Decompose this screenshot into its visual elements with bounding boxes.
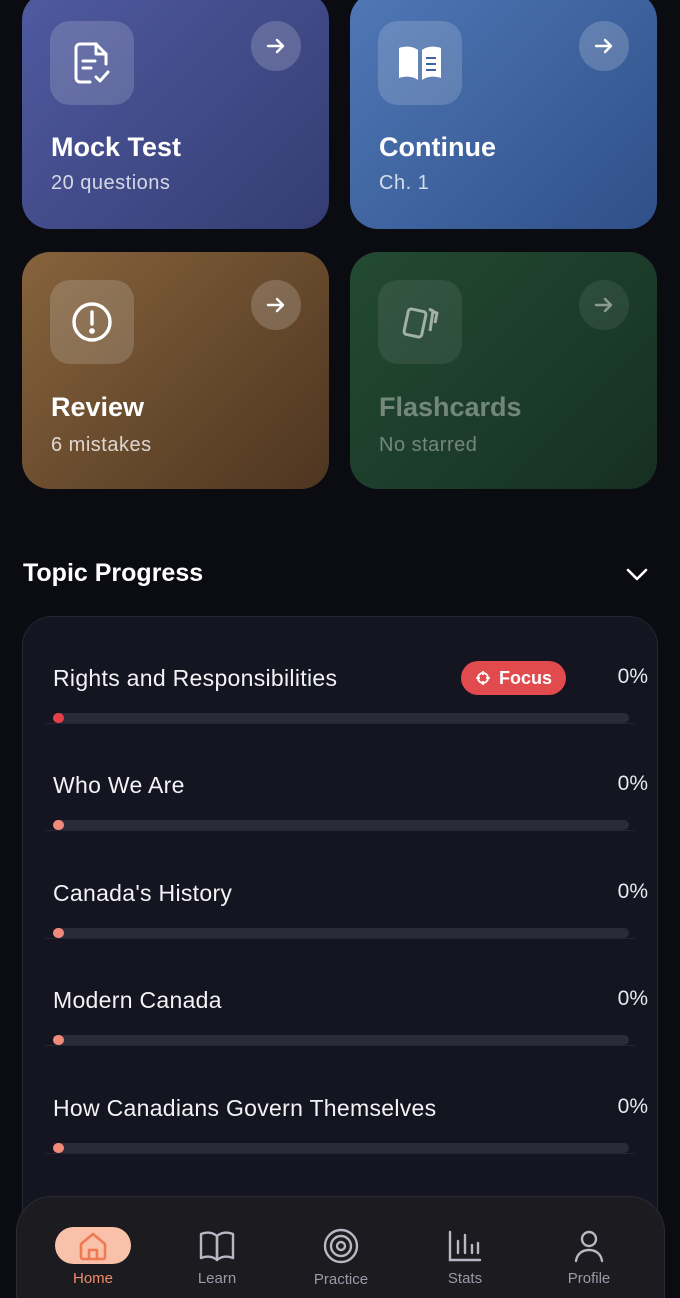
arrow-right-icon[interactable] <box>251 280 301 330</box>
nav-label: Learn <box>197 1270 237 1287</box>
card-subtitle: No starred <box>379 434 478 456</box>
topic-row[interactable]: Who We Are 0% <box>45 724 648 831</box>
alert-circle-icon <box>50 280 134 364</box>
card-subtitle: 20 questions <box>51 172 171 194</box>
focus-badge-label: Focus <box>499 667 553 688</box>
document-check-icon <box>50 21 134 105</box>
topic-name: Rights and Responsibilities <box>53 665 338 691</box>
book-icon <box>179 1227 255 1264</box>
focus-badge: Focus <box>461 661 567 695</box>
topic-row[interactable]: How Canadians Govern Themselves 0% <box>45 1047 648 1154</box>
topic-name: Who We Are <box>53 772 185 798</box>
topic-percent: 0% <box>617 665 648 688</box>
topic-percent: 0% <box>617 1095 648 1118</box>
nav-label: Stats <box>447 1270 483 1287</box>
nav-label: Profile <box>567 1270 611 1287</box>
user-icon <box>551 1227 627 1264</box>
nav-label: Practice <box>313 1271 369 1288</box>
cards-icon <box>378 280 462 364</box>
continue-card[interactable]: Continue Ch. 1 <box>350 0 657 229</box>
nav-item-home[interactable]: Home <box>53 1227 133 1287</box>
nav-item-practice[interactable]: Practice <box>301 1227 381 1288</box>
topic-row[interactable]: Modern Canada 0% <box>45 939 648 1046</box>
topic-percent: 0% <box>617 880 648 903</box>
card-title: Mock Test <box>51 132 182 162</box>
flashcards-card[interactable]: Flashcards No starred <box>350 252 657 489</box>
bar-chart-icon <box>427 1227 503 1264</box>
review-card[interactable]: Review 6 mistakes <box>22 252 329 489</box>
card-title: Continue <box>379 132 496 162</box>
progress-fill <box>53 820 64 830</box>
progress-track <box>53 928 629 938</box>
progress-fill <box>53 713 64 723</box>
topic-name: Modern Canada <box>53 987 222 1013</box>
progress-fill <box>53 1143 64 1153</box>
topic-percent: 0% <box>617 772 648 795</box>
card-title: Flashcards <box>379 392 522 422</box>
arrow-right-icon[interactable] <box>251 21 301 71</box>
crosshair-icon <box>476 671 490 685</box>
chevron-down-icon[interactable] <box>622 560 652 588</box>
topic-name: Canada's History <box>53 880 233 906</box>
section-title: Topic Progress <box>23 559 204 587</box>
progress-track <box>53 820 629 830</box>
nav-item-profile[interactable]: Profile <box>549 1227 629 1287</box>
topic-percent: 0% <box>617 987 648 1010</box>
progress-track <box>53 713 629 723</box>
arrow-right-icon[interactable] <box>579 21 629 71</box>
card-subtitle: Ch. 1 <box>379 172 430 194</box>
nav-item-stats[interactable]: Stats <box>425 1227 505 1287</box>
nav-label: Home <box>72 1270 113 1287</box>
bottom-nav: Home Learn Practice Stats Profile <box>16 1196 665 1298</box>
card-title: Review <box>51 392 145 422</box>
open-book-icon <box>378 21 462 105</box>
progress-track <box>53 1143 629 1153</box>
target-icon <box>303 1227 379 1265</box>
topic-name: How Canadians Govern Themselves <box>53 1095 437 1121</box>
progress-track <box>53 1035 629 1045</box>
home-screen: Mock Test 20 questions Continue Ch. 1 Re… <box>0 0 680 1298</box>
card-subtitle: 6 mistakes <box>51 434 152 456</box>
progress-fill <box>53 928 64 938</box>
home-icon <box>55 1227 131 1264</box>
topic-row[interactable]: Canada's History 0% <box>45 832 648 939</box>
nav-item-learn[interactable]: Learn <box>177 1227 257 1287</box>
arrow-right-icon[interactable] <box>579 280 629 330</box>
topic-row[interactable]: Rights and Responsibilities Focus 0% <box>45 617 648 724</box>
progress-fill <box>53 1035 64 1045</box>
mock-test-card[interactable]: Mock Test 20 questions <box>22 0 329 229</box>
